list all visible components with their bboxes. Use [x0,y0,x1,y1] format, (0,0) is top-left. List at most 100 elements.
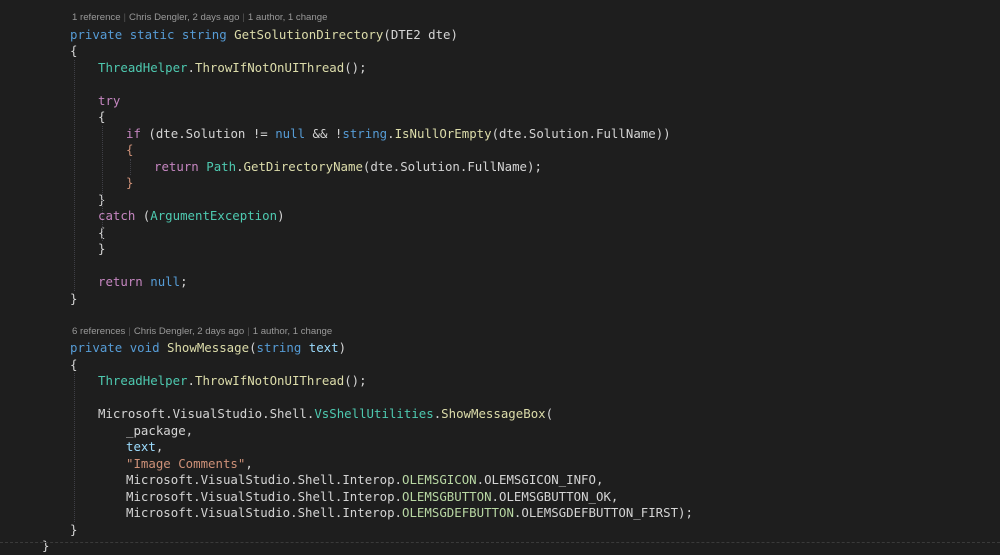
code-token: GetDirectoryName [243,158,363,174]
code-token: OLEMSGBUTTON [402,488,492,504]
code-token: { [70,43,78,58]
code-token: && ! [305,125,343,141]
code-token: GetSolutionDirectory [234,26,384,42]
code-token: } [70,290,78,306]
codelens-changes[interactable]: 1 author, 1 change [248,12,327,23]
code-token: try [98,92,121,108]
code-token: null [275,125,306,141]
code-editor[interactable]: 1 reference | Chris Dengler, 2 days ago | 1 … [0,0,1000,553]
code-line[interactable]: _package, [126,423,193,440]
code-token: . [387,125,395,141]
code-line[interactable]: "Image Comments", [126,456,253,473]
codelens-references[interactable]: 1 reference [72,12,121,23]
code-token: ArgumentException [150,208,278,223]
code-token: { [70,356,78,372]
code-line[interactable]: { [126,142,133,159]
code-token: Path [206,158,237,174]
code-line[interactable]: private static string GetSolutionDirecto… [70,27,458,44]
codelens-separator: | [247,325,250,337]
code-token: ) [277,208,285,223]
codelens-separator: | [242,12,245,23]
indent-guide [102,125,103,241]
code-line[interactable]: { [70,43,77,60]
code-token: ThreadHelper [98,373,188,388]
code-token: ThrowIfNotOnUIThread [195,59,345,75]
code-token: . [187,59,195,75]
code-line[interactable]: { [98,109,105,126]
code-line[interactable]: ThreadHelper.ThrowIfNotOnUIThread(); [98,373,367,390]
code-token: ( [545,406,554,421]
code-token: IsNullOrEmpty [394,125,492,141]
code-token: null [150,274,181,289]
code-token: catch [98,208,136,223]
code-token: _package, [126,422,194,438]
code-token: . [187,373,195,388]
code-line[interactable]: ThreadHelper.ThrowIfNotOnUIThread(); [98,60,367,77]
code-token: { [126,142,134,157]
code-token: .OLEMSGICON_INFO, [476,472,604,487]
code-line[interactable]: } [70,522,77,539]
code-line[interactable]: private void ShowMessage(string text) [70,340,346,357]
code-token: return [154,158,199,174]
code-line[interactable]: } [70,291,77,308]
code-token: } [42,538,50,553]
codelens-separator: | [123,12,127,23]
code-line[interactable]: text, [126,439,163,456]
code-token: (dte.Solution.FullName)) [491,125,671,141]
code-line[interactable]: Microsoft.VisualStudio.Shell.Interop.OLE… [126,472,603,489]
code-token: Microsoft.VisualStudio.Shell.Interop. [126,505,403,520]
code-line[interactable]: } [98,241,105,258]
code-token: } [98,241,106,256]
code-token: private [70,26,123,42]
code-line[interactable]: return null; [98,274,188,291]
code-token: void [129,340,160,355]
codelens-changes[interactable]: 1 author, 1 change [253,326,332,337]
code-line[interactable]: Microsoft.VisualStudio.Shell.Interop.OLE… [126,489,618,506]
code-token: if [126,125,141,141]
code-token: Microsoft.VisualStudio.Shell. [98,406,315,421]
code-token: (); [344,59,367,75]
code-token: DTE2 [390,26,421,42]
code-line[interactable]: catch (ArgumentException) [98,208,285,225]
codelens-references[interactable]: 6 references [72,326,125,337]
code-token: private [70,340,123,355]
code-token: (dte.Solution.FullName); [362,158,542,174]
code-line[interactable]: return Path.GetDirectoryName(dte.Solutio… [154,159,542,176]
code-token: ( [383,26,391,42]
indent-guide [130,158,131,175]
code-token: return [98,274,143,289]
code-line[interactable]: { [70,357,77,374]
code-line[interactable]: if (dte.Solution != null && !string.IsNu… [126,126,671,143]
code-token: static [129,26,175,42]
code-line[interactable]: } [126,175,133,192]
code-token: ) [338,340,347,355]
code-token: string [342,125,388,141]
code-line[interactable]: Microsoft.VisualStudio.Shell.Interop.OLE… [126,505,693,522]
code-token: , [245,455,253,471]
codelens-author[interactable]: Chris Dengler, 2 days ago [129,12,239,23]
code-token: } [70,521,78,537]
code-token: { [98,109,106,124]
code-line[interactable]: } [42,538,49,555]
code-token: .OLEMSGDEFBUTTON_FIRST); [513,505,693,520]
code-token: OLEMSGICON [402,472,477,487]
code-token: ( [249,340,257,355]
codelens-author[interactable]: Chris Dengler, 2 days ago [134,326,244,337]
code-token: ; [180,274,188,289]
codelens: 6 references | Chris Dengler, 2 days ago | 1… [72,324,332,341]
code-token: dte) [420,26,458,42]
code-token: Microsoft.VisualStudio.Shell.Interop. [126,472,403,487]
code-token: (dte.Solution != [140,125,276,141]
code-line[interactable]: Microsoft.VisualStudio.Shell.VsShellUtil… [98,406,553,423]
code-token: ThreadHelper [98,59,188,75]
codelens-separator: | [128,325,131,337]
code-token: OLEMSGDEFBUTTON [402,505,514,520]
code-token: ThrowIfNotOnUIThread [195,373,345,388]
code-line[interactable]: try [98,93,120,110]
code-token: string [181,26,227,42]
